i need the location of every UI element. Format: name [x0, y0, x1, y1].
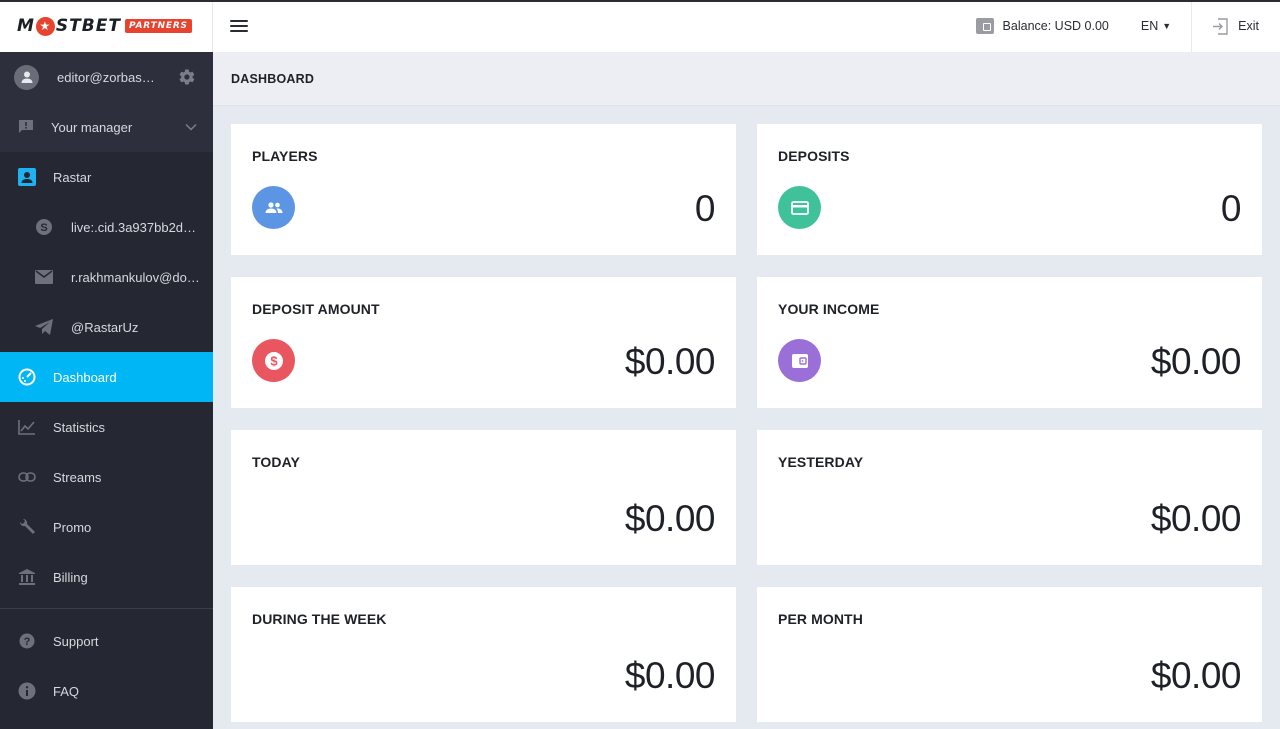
- page-header: DASHBOARD: [213, 52, 1280, 106]
- sidebar-item-label: Dashboard: [53, 369, 117, 385]
- logo[interactable]: M ★ STBET PARTNERS: [0, 0, 213, 52]
- card-title: YOUR INCOME: [778, 301, 880, 317]
- manager-skype-label: live:.cid.3a937bb2d…: [71, 219, 197, 235]
- card-value: $0.00: [1150, 498, 1242, 539]
- card-deposit-amount: DEPOSIT AMOUNT $ $0.00: [231, 277, 736, 408]
- sidebar-divider: [0, 608, 213, 609]
- link-icon: [17, 467, 37, 487]
- feedback-icon: [19, 120, 33, 133]
- your-manager-label: Your manager: [51, 119, 133, 135]
- page-title: DASHBOARD: [231, 71, 315, 86]
- manager-name-label: Rastar: [53, 169, 92, 185]
- users-icon: [252, 186, 295, 229]
- wrench-icon: [17, 517, 37, 537]
- language-select[interactable]: EN ▼: [1141, 19, 1171, 33]
- balance-text: Balance: USD 0.00: [1002, 19, 1109, 33]
- manager-name: Rastar: [0, 152, 213, 202]
- exit-label: Exit: [1238, 19, 1259, 33]
- card-yesterday: YESTERDAY $0.00: [757, 430, 1262, 565]
- svg-text:$: $: [270, 353, 278, 368]
- svg-text:?: ?: [24, 636, 31, 648]
- user-profile: editor@zorbas…: [0, 52, 213, 102]
- sidebar: M ★ STBET PARTNERS editor@zorbas… Your m…: [0, 0, 213, 729]
- wallet-icon: [975, 18, 994, 34]
- manager-email-label: r.rakhmankulov@do…: [71, 269, 200, 285]
- dashboard-icon: [17, 367, 37, 387]
- info-icon: [17, 681, 37, 701]
- card-title: TODAY: [252, 454, 300, 470]
- sidebar-item-label: FAQ: [53, 683, 80, 699]
- sidebar-item-label: Support: [53, 633, 99, 649]
- svg-text:S: S: [40, 222, 47, 234]
- sidebar-item-label: Streams: [53, 469, 102, 485]
- top-header: Balance: USD 0.00 EN ▼ Exit: [213, 0, 1280, 52]
- logo-wordmark: M ★ STBET PARTNERS: [17, 16, 192, 36]
- chart-icon: [17, 417, 37, 437]
- logo-letter: M: [17, 16, 35, 36]
- skype-icon: S: [34, 217, 54, 237]
- card-your-income: YOUR INCOME $0.00: [757, 277, 1262, 408]
- card-title: DEPOSIT AMOUNT: [252, 301, 380, 317]
- bank-icon: [17, 567, 37, 587]
- dollar-icon: $: [252, 339, 295, 382]
- card-title: DURING THE WEEK: [252, 611, 387, 627]
- card-players: PLAYERS 0: [231, 124, 736, 255]
- sidebar-item-dashboard[interactable]: Dashboard: [0, 352, 213, 402]
- card-today: TODAY $0.00: [231, 430, 736, 565]
- user-email: editor@zorbas…: [57, 69, 155, 85]
- gear-icon: [179, 69, 195, 85]
- card-value: $0.00: [1150, 655, 1242, 696]
- card-value: 0: [694, 188, 716, 229]
- card-during-the-week: DURING THE WEEK $0.00: [231, 587, 736, 722]
- manager-email[interactable]: r.rakhmankulov@do…: [0, 252, 213, 302]
- sidebar-item-faq[interactable]: FAQ: [0, 666, 213, 716]
- logout-icon: [1213, 17, 1228, 35]
- logo-partners-badge: PARTNERS: [124, 19, 192, 33]
- language-value: EN: [1140, 19, 1159, 33]
- avatar[interactable]: [14, 64, 39, 90]
- settings-button[interactable]: [177, 67, 197, 87]
- sidebar-item-label: Statistics: [53, 419, 106, 435]
- wallet-icon: [778, 339, 821, 382]
- card-title: YESTERDAY: [778, 454, 864, 470]
- sidebar-item-label: Billing: [53, 569, 88, 585]
- your-manager-toggle[interactable]: Your manager: [0, 102, 213, 152]
- balance-display: Balance: USD 0.00: [975, 18, 1109, 34]
- telegram-icon: [34, 317, 54, 337]
- card-title: DEPOSITS: [778, 148, 850, 164]
- contact-icon: [17, 167, 37, 187]
- caret-down-icon: ▼: [1162, 21, 1172, 31]
- sidebar-item-statistics[interactable]: Statistics: [0, 402, 213, 452]
- menu-toggle-icon[interactable]: [230, 19, 248, 33]
- card-deposits: DEPOSITS 0: [757, 124, 1262, 255]
- user-icon: [21, 71, 32, 83]
- manager-telegram[interactable]: @RastarUz: [0, 302, 213, 352]
- card-per-month: PER MONTH $0.00: [757, 587, 1262, 722]
- exit-button[interactable]: Exit: [1191, 0, 1280, 52]
- card-value: $0.00: [624, 655, 716, 696]
- card-title: PLAYERS: [252, 148, 318, 164]
- manager-skype[interactable]: S live:.cid.3a937bb2d…: [0, 202, 213, 252]
- chevron-down-icon: [185, 123, 197, 131]
- star-icon: ★: [35, 16, 55, 36]
- card-title: PER MONTH: [778, 611, 863, 627]
- logo-letters: STBET: [55, 16, 121, 36]
- help-icon: ?: [17, 631, 37, 651]
- card-value: $0.00: [624, 498, 716, 539]
- card-value: $0.00: [1150, 341, 1242, 382]
- sidebar-item-billing[interactable]: Billing: [0, 552, 213, 602]
- sidebar-item-label: Promo: [53, 519, 92, 535]
- card-value: 0: [1220, 188, 1242, 229]
- sidebar-item-promo[interactable]: Promo: [0, 502, 213, 552]
- manager-telegram-label: @RastarUz: [71, 319, 139, 335]
- sidebar-item-streams[interactable]: Streams: [0, 452, 213, 502]
- sidebar-item-support[interactable]: ? Support: [0, 616, 213, 666]
- mail-icon: [34, 267, 54, 287]
- card-value: $0.00: [624, 341, 716, 382]
- card-icon: [778, 186, 821, 229]
- window-top-border: [0, 0, 1280, 2]
